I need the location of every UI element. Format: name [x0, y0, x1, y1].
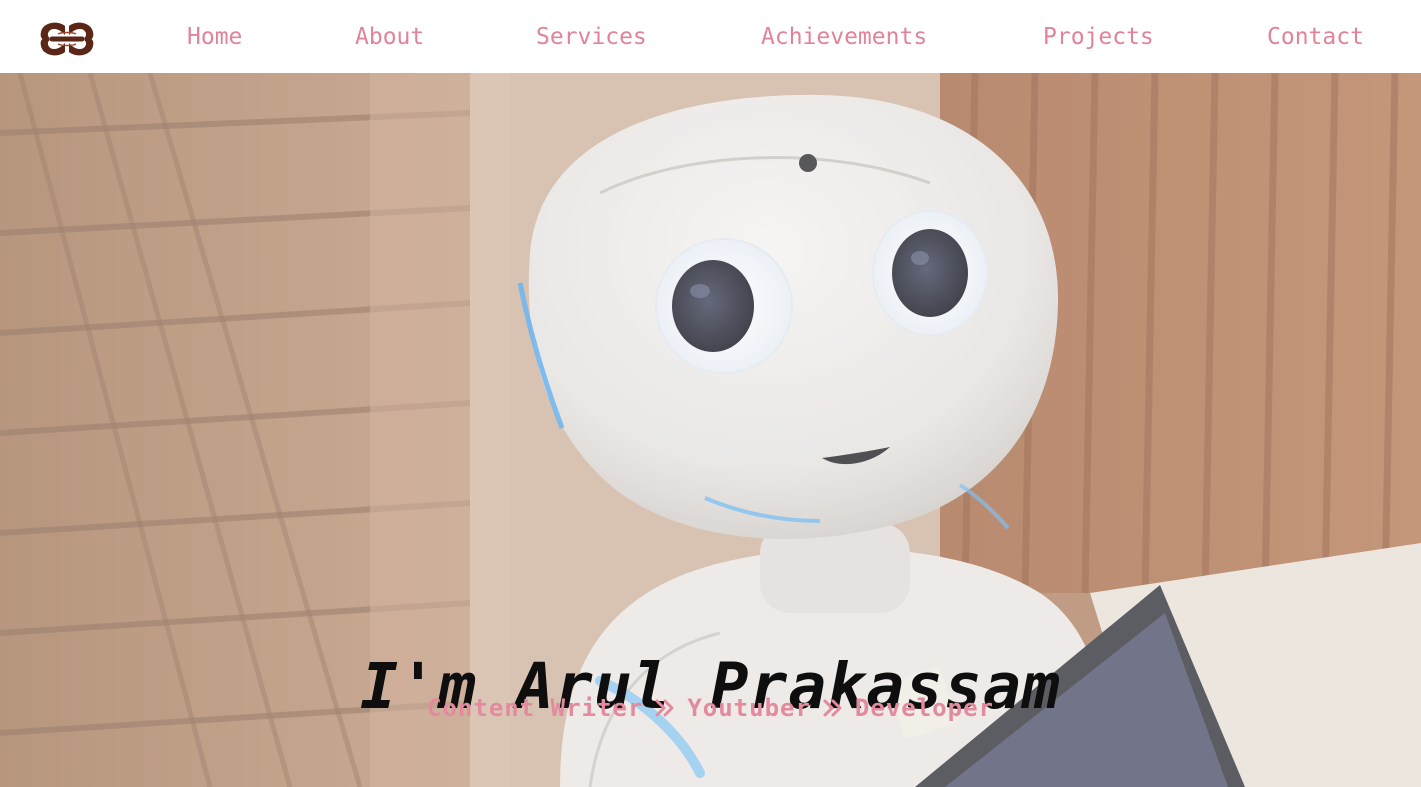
nav-services-link[interactable]: Services	[536, 22, 647, 52]
nav-home-link[interactable]: Home	[187, 22, 242, 52]
role-youtuber: Youtuber	[687, 694, 811, 722]
role-developer: Developer	[854, 694, 994, 722]
double-chevron-right-icon	[655, 699, 674, 717]
navbar: Home About Services Achievements Project…	[0, 0, 1421, 73]
nav-achievements-link[interactable]: Achievements	[761, 22, 927, 52]
nav-contact-link[interactable]: Contact	[1267, 22, 1364, 52]
hero-section: I'm Arul Prakassam Content Writer Youtube…	[0, 73, 1421, 787]
role-content-writer: Content Writer	[427, 694, 644, 722]
nav-projects-link[interactable]: Projects	[1043, 22, 1154, 52]
cc-monogram-logo-icon[interactable]	[38, 20, 96, 58]
double-chevron-right-icon	[823, 699, 842, 717]
roles-line: Content Writer Youtuber Developer	[0, 693, 1421, 723]
nav-about-link[interactable]: About	[355, 22, 424, 52]
